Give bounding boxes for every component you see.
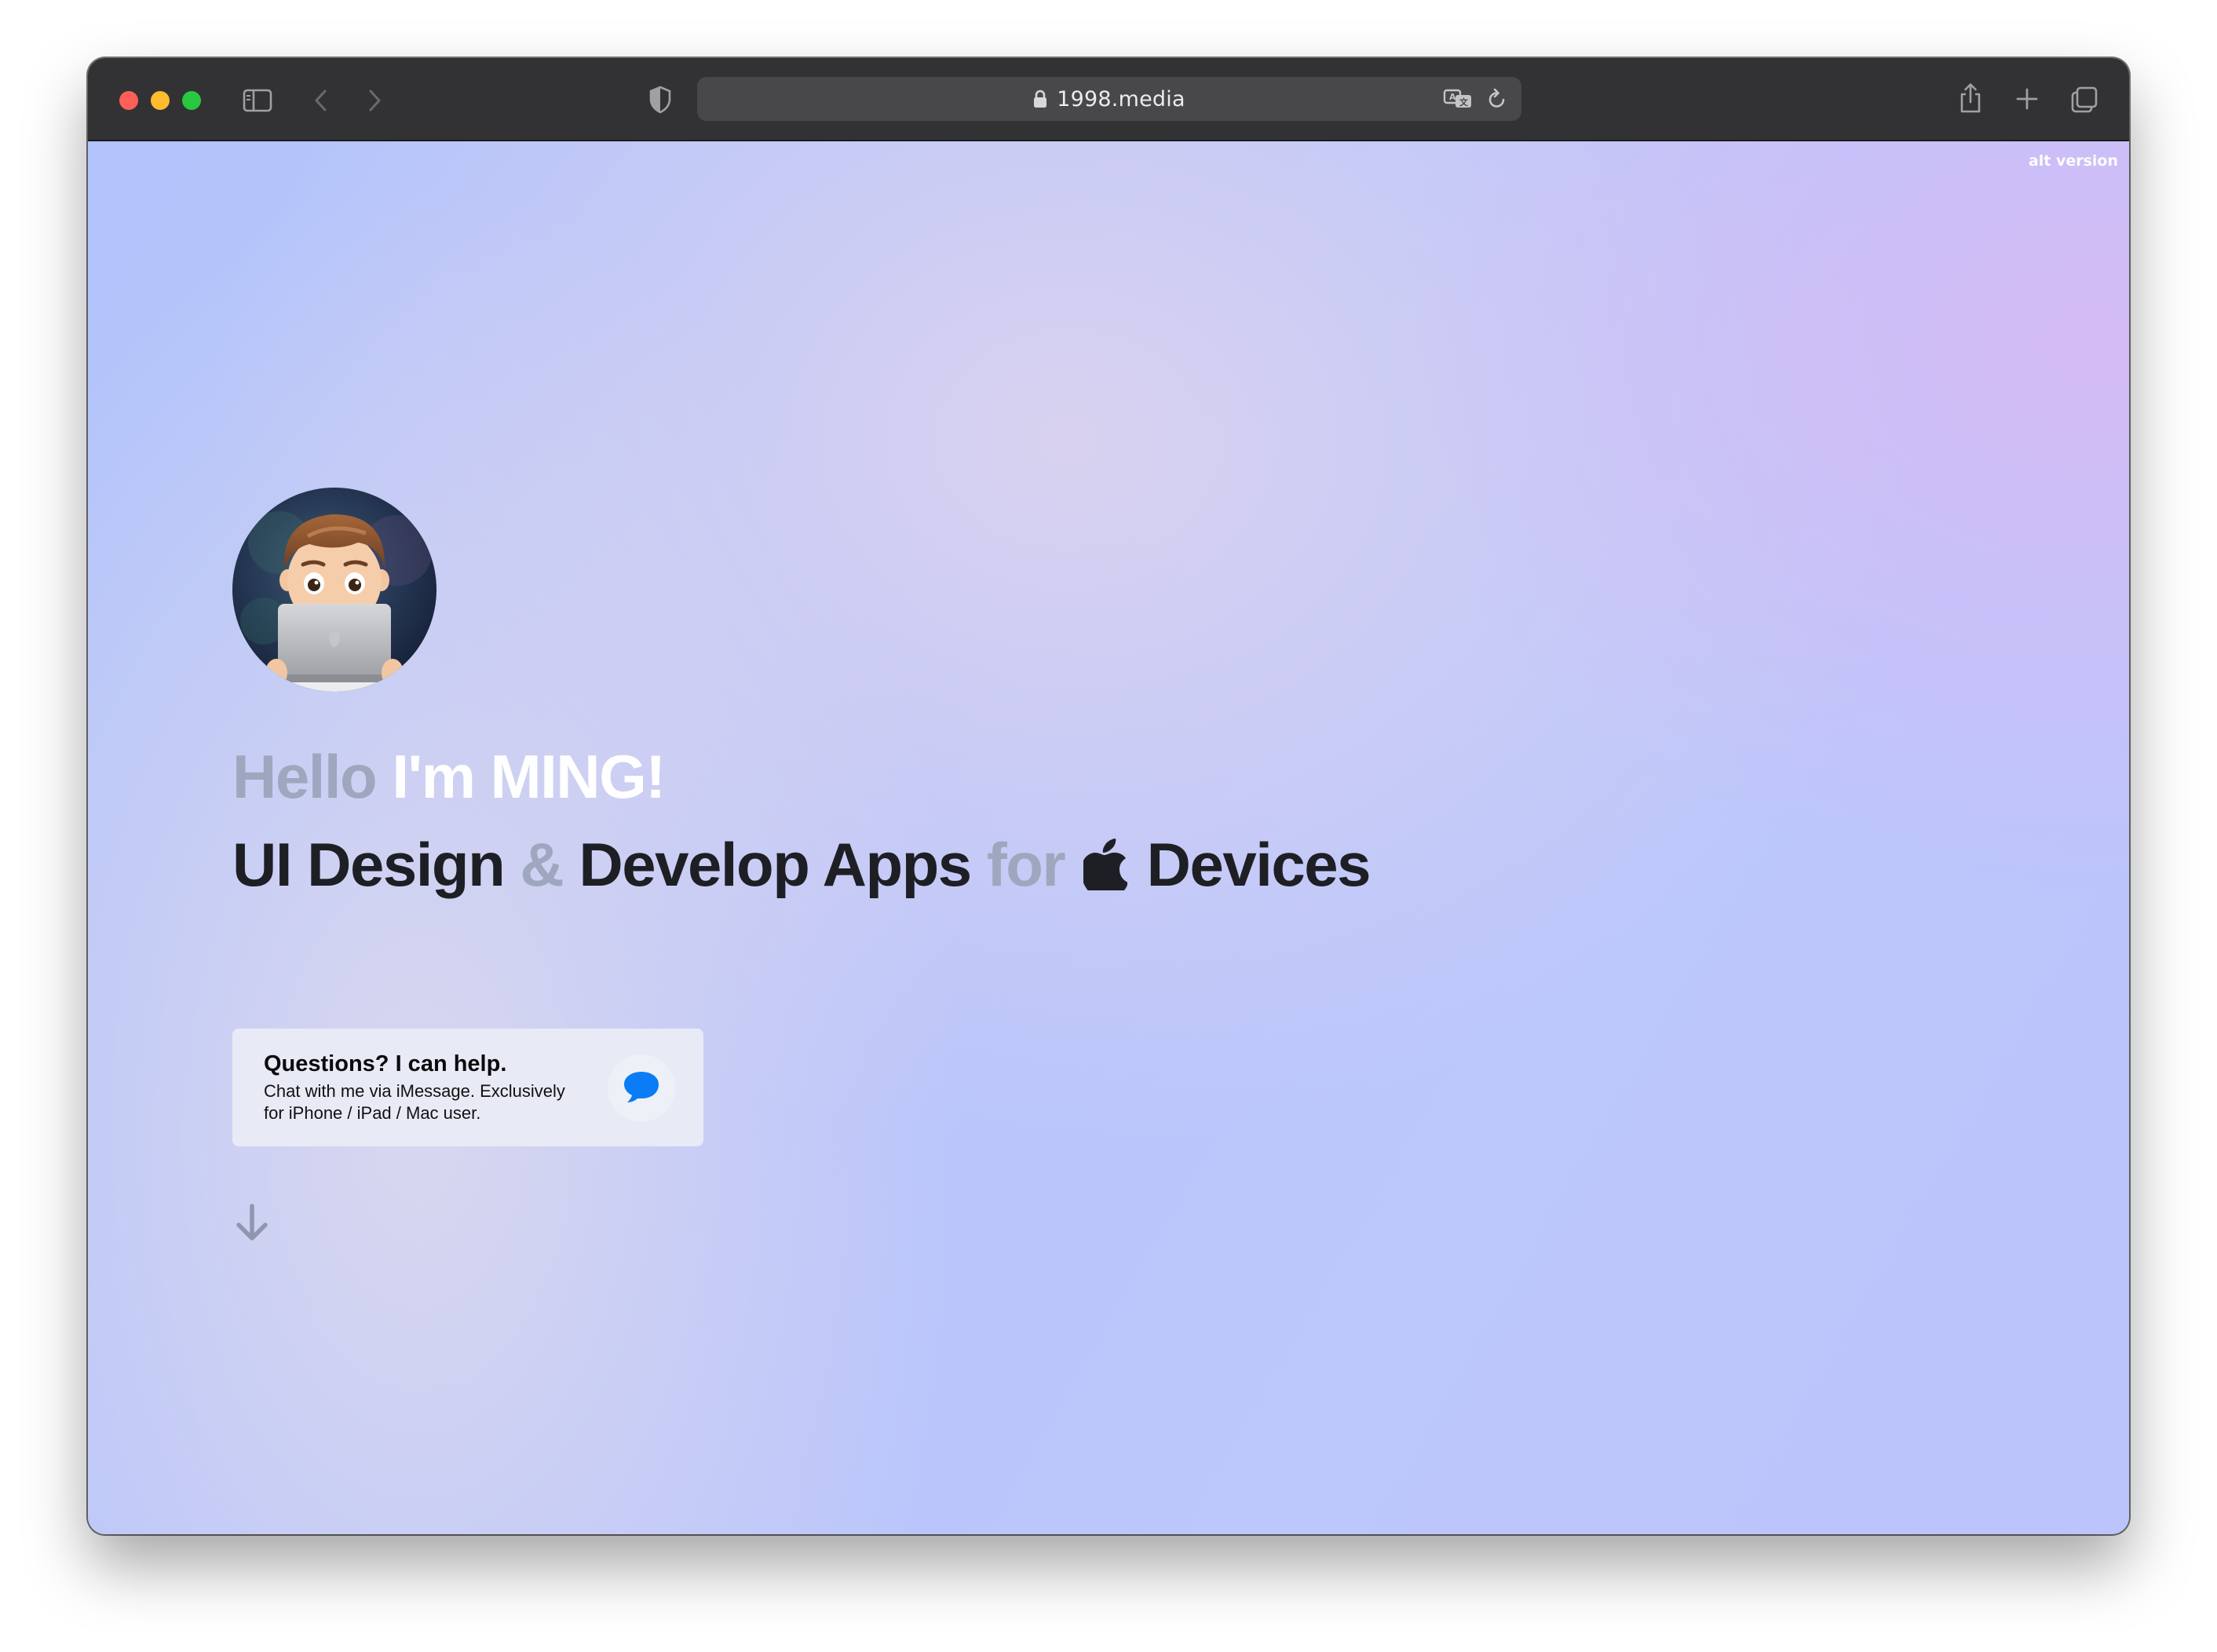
tagline-for: for bbox=[986, 830, 1066, 899]
translate-icon[interactable]: A文 bbox=[1443, 88, 1473, 110]
screenshot-stage: 1998.media A文 alt version Hello I'm MING… bbox=[0, 0, 2217, 1652]
sidebar-icon[interactable] bbox=[242, 88, 273, 113]
close-window-button[interactable] bbox=[119, 91, 138, 110]
greeting-word: Hello bbox=[232, 742, 378, 811]
web-page: alt version Hello I'm MING! UI Design & … bbox=[88, 141, 2129, 1534]
minimize-window-button[interactable] bbox=[151, 91, 170, 110]
reload-icon[interactable] bbox=[1487, 88, 1507, 110]
alt-version-link[interactable]: alt version bbox=[2029, 152, 2118, 170]
tagline-develop-apps: Develop Apps bbox=[579, 830, 972, 899]
greeting-name: I'm MING! bbox=[392, 742, 666, 811]
tagline-ampersand: & bbox=[520, 830, 564, 899]
tab-overview-icon[interactable] bbox=[2069, 85, 2099, 115]
tagline-devices: Devices bbox=[1146, 830, 1371, 899]
browser-toolbar: 1998.media A文 bbox=[88, 58, 2129, 141]
share-icon[interactable] bbox=[1956, 82, 1985, 115]
svg-text:文: 文 bbox=[1459, 97, 1469, 108]
message-bubble-icon bbox=[622, 1069, 661, 1108]
browser-window: 1998.media A文 alt version Hello I'm MING… bbox=[88, 58, 2129, 1534]
hero-tagline: UI Design & Develop Apps for Devices bbox=[232, 834, 1371, 900]
hero-greeting: Hello I'm MING! bbox=[232, 746, 666, 807]
imessage-chat-button[interactable] bbox=[608, 1054, 675, 1122]
shield-icon[interactable] bbox=[647, 85, 674, 115]
lock-icon bbox=[1033, 90, 1047, 108]
url-text: 1998.media bbox=[1057, 86, 1185, 111]
zoom-window-button[interactable] bbox=[182, 91, 201, 110]
address-bar[interactable]: 1998.media A文 bbox=[697, 77, 1521, 121]
arrow-down-icon[interactable] bbox=[234, 1203, 270, 1242]
help-card-body: Chat with me via iMessage. Exclusively f… bbox=[264, 1080, 565, 1124]
tagline-ui-design: UI Design bbox=[232, 830, 506, 899]
imessage-help-card[interactable]: Questions? I can help. Chat with me via … bbox=[232, 1029, 703, 1146]
chevron-left-icon[interactable] bbox=[309, 88, 333, 113]
avatar bbox=[232, 488, 436, 692]
apple-logo-icon bbox=[1081, 839, 1129, 900]
chevron-right-icon[interactable] bbox=[363, 88, 386, 113]
svg-text:A: A bbox=[1449, 92, 1456, 102]
plus-icon[interactable] bbox=[2014, 86, 2040, 111]
